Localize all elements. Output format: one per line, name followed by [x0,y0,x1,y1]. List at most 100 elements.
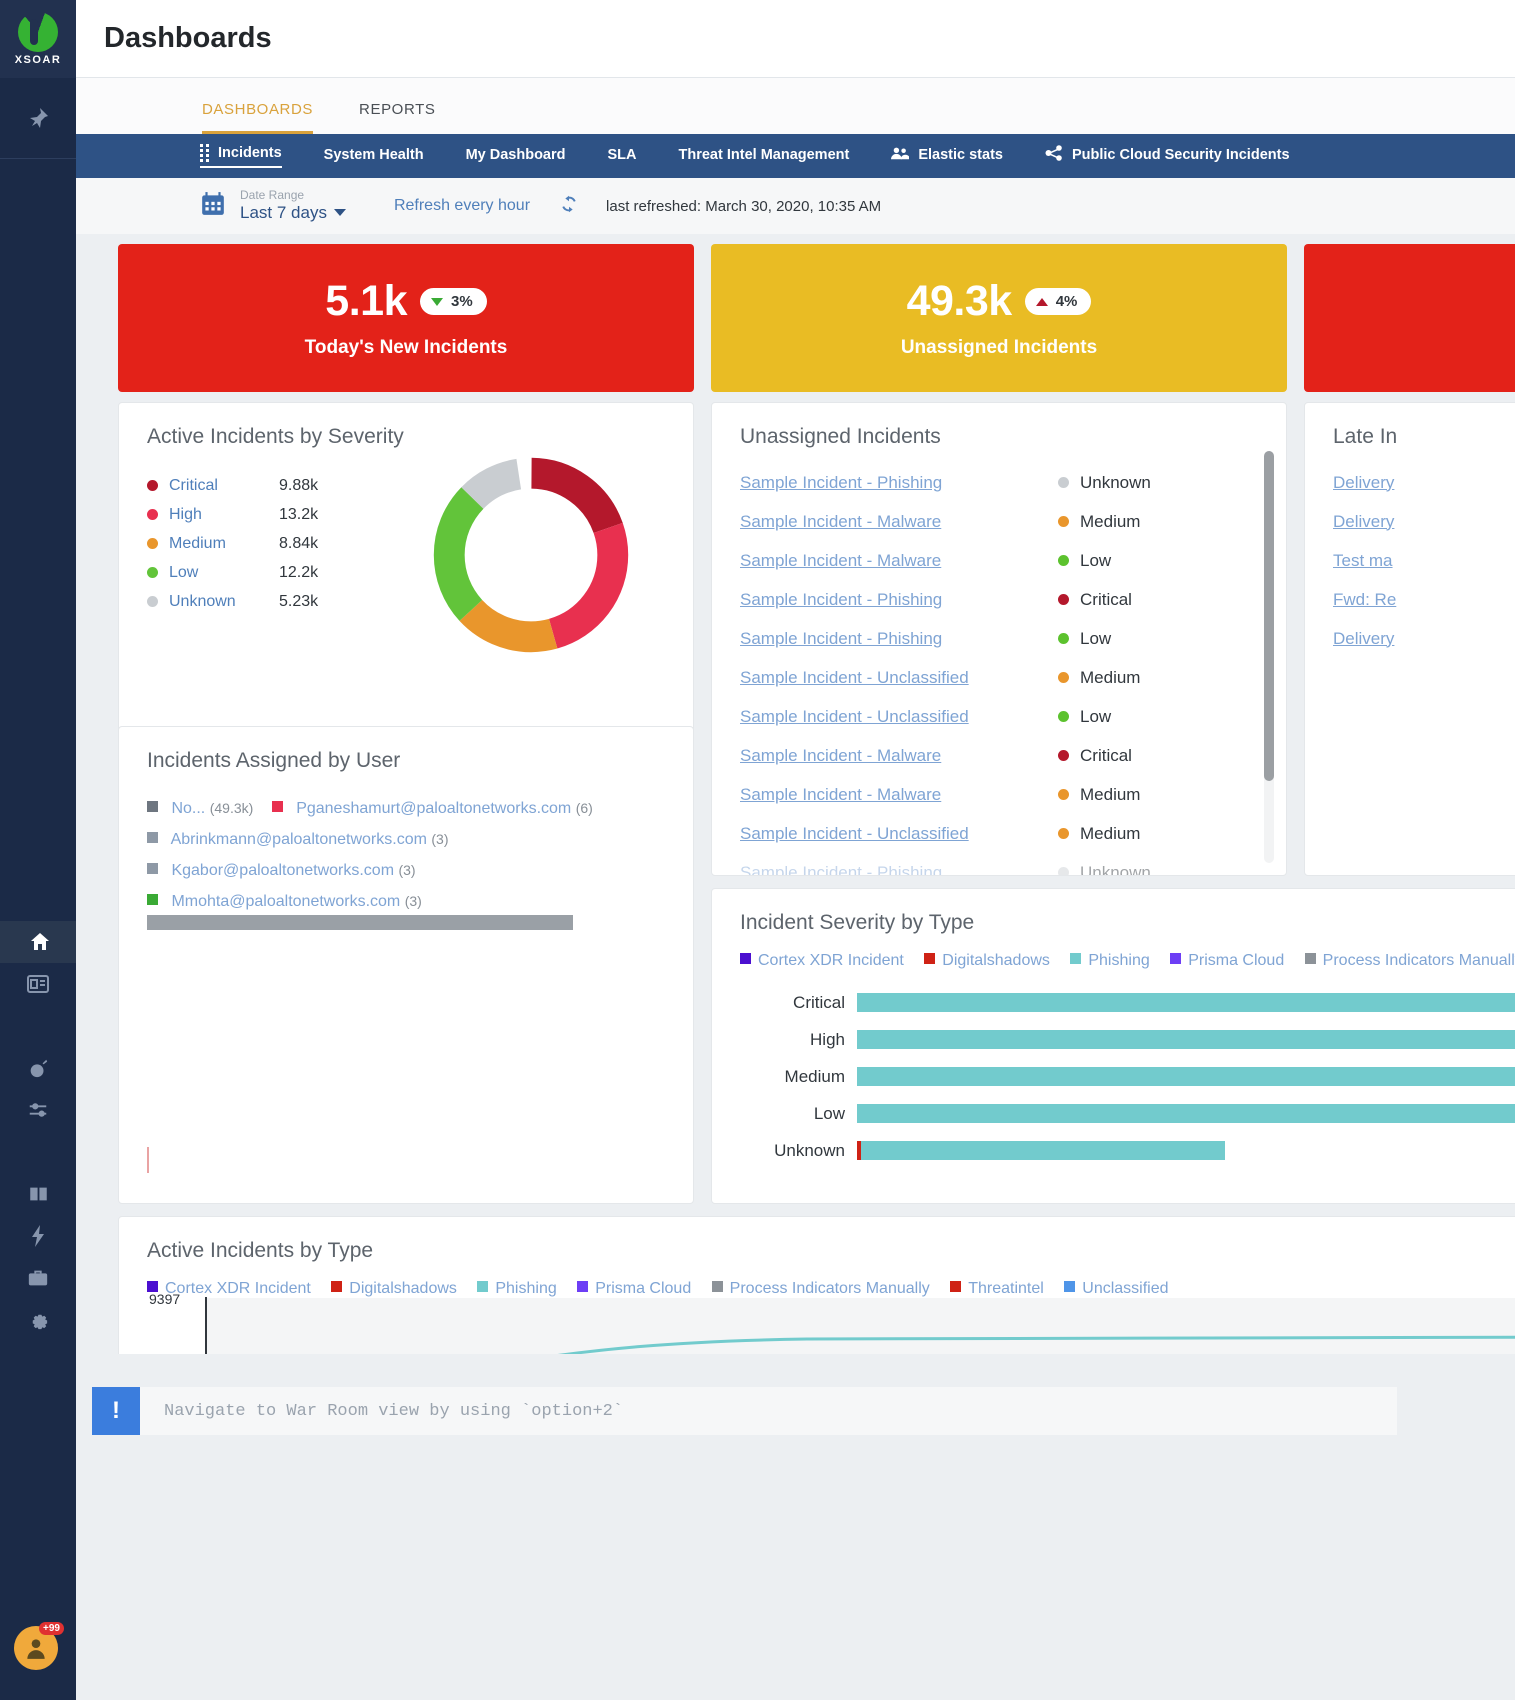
active-type-legend: Cortex XDR Incident Digitalshadows Phish… [119,1263,1515,1298]
donut-chart[interactable] [423,447,639,663]
list-item[interactable]: Kgabor@paloaltonetworks.com (3) [147,855,693,886]
user-link[interactable]: Pganeshamurt@paloaltonetworks.com [296,800,571,817]
list-item[interactable]: Sample Incident - Phishing Low [712,619,1286,658]
list-item[interactable]: No... (49.3k) Pganeshamurt@paloaltonetwo… [147,793,693,824]
dashnav-item-my-dashboard[interactable]: My Dashboard [466,147,566,165]
list-item[interactable]: Abrinkmann@paloaltonetworks.com (3) [147,824,693,855]
list-item[interactable]: Sample Incident - Malware Medium [712,775,1286,814]
list-item[interactable]: Delivery [1305,619,1515,658]
list-item[interactable]: Sample Incident - Phishing Unknown [712,853,1286,876]
legend-item[interactable]: Phishing [1070,952,1165,969]
sidebar-item-home[interactable] [0,921,76,963]
dashnav-item-system-health[interactable]: System Health [324,147,424,165]
legend-item[interactable]: Process Indicators Manually [1304,952,1515,969]
dashnav-item-incidents[interactable]: Incidents [200,144,282,168]
sidebar-item-automation[interactable] [0,1215,76,1257]
legend-item[interactable]: Unclassified [1064,1280,1184,1297]
list-item[interactable]: Sample Incident - Phishing Critical [712,580,1286,619]
severity-dot [1058,594,1069,605]
legend-label: Phishing [1088,952,1150,969]
dashnav-item-sla[interactable]: SLA [608,147,637,165]
user-link[interactable]: No... [171,800,205,817]
incident-link[interactable]: Sample Incident - Malware [740,512,1058,532]
list-item[interactable]: Sample Incident - Malware Low [712,541,1286,580]
severity-dot [1058,516,1069,527]
sidebar-item-incidents[interactable] [0,1047,76,1089]
scrollbar-thumb[interactable] [1264,451,1274,781]
incident-link[interactable]: Test ma [1333,551,1515,571]
legend-item[interactable]: Threatintel [950,1280,1060,1297]
card-unassigned-incidents: Unassigned Incidents Sample Incident - P… [711,402,1287,876]
legend-swatch [1064,1281,1076,1292]
tab-dashboards[interactable]: DASHBOARDS [202,101,314,134]
incident-link[interactable]: Sample Incident - Phishing [740,473,1058,493]
incident-link[interactable]: Sample Incident - Unclassified [740,668,1058,688]
date-range-value[interactable]: Last 7 days [240,203,346,223]
tab-reports[interactable]: REPORTS [359,101,435,134]
list-item[interactable]: Sample Incident - Unclassified Low [712,697,1286,736]
sidebar-item-dashboard[interactable] [0,963,76,1005]
sidebar-item-playbooks[interactable] [0,1173,76,1215]
sidebar-item-settings[interactable] [0,1299,76,1341]
incident-link[interactable]: Sample Incident - Malware [740,746,1058,766]
avatar[interactable]: +99 [14,1622,64,1672]
incident-link[interactable]: Delivery [1333,473,1515,493]
list-item[interactable]: Mmohta@paloaltonetworks.com (3) [147,886,693,917]
severity-text: Medium [1080,511,1141,531]
incident-link[interactable]: Sample Incident - Phishing [740,629,1058,649]
dashnav-item-public-cloud-security-incidents[interactable]: Public Cloud Security Incidents [1045,145,1290,167]
refresh-icon[interactable] [558,193,580,220]
status-badge: Unknown [1058,863,1151,875]
incident-link[interactable]: Sample Incident - Malware [740,551,1058,571]
legend-item[interactable]: Prisma Cloud [1170,952,1300,969]
list-item[interactable]: Sample Incident - Malware Critical [712,736,1286,775]
refresh-interval-link[interactable]: Refresh every hour [394,197,530,215]
pin-icon[interactable] [0,78,76,158]
list-item[interactable]: Sample Incident - Unclassified Medium [712,814,1286,853]
brand-logo[interactable]: XSOAR [0,0,76,78]
date-range-picker[interactable]: Date Range Last 7 days [240,189,346,222]
legend-item[interactable]: Process Indicators Manually [711,1280,946,1297]
bar-row[interactable]: Medium [712,1058,1515,1095]
incident-link[interactable]: Sample Incident - Phishing [740,590,1058,610]
list-item[interactable]: Test ma [1305,541,1515,580]
incident-link[interactable]: Sample Incident - Unclassified [740,824,1058,844]
bar-row[interactable]: Critical [712,984,1515,1021]
kpi-todays-new-incidents[interactable]: 5.1k 3% Today's New Incidents [118,244,694,392]
incident-link[interactable]: Sample Incident - Phishing [740,863,1058,876]
sidebar-item-indicators[interactable] [0,1089,76,1131]
severity-text: Medium [1080,784,1141,804]
bar-row[interactable]: High [712,1021,1515,1058]
kpi-unassigned-incidents[interactable]: 49.3k 4% Unassigned Incidents [711,244,1287,392]
user-link[interactable]: Kgabor@paloaltonetworks.com [171,862,394,879]
user-link[interactable]: Abrinkmann@paloaltonetworks.com [171,831,427,848]
bar-row[interactable]: Unknown [712,1132,1515,1169]
dashnav-item-threat-intel-management[interactable]: Threat Intel Management [679,147,850,165]
list-item[interactable]: Delivery [1305,463,1515,502]
list-item[interactable]: Sample Incident - Malware Medium [712,502,1286,541]
legend-item[interactable]: Cortex XDR Incident [740,952,920,969]
incident-link[interactable]: Sample Incident - Unclassified [740,707,1058,727]
toast-notification[interactable]: ! Navigate to War Room view by using `op… [92,1387,1397,1435]
list-item[interactable]: Sample Incident - Unclassified Medium [712,658,1286,697]
dashnav-label: Incidents [218,145,282,161]
incident-link[interactable]: Delivery [1333,629,1515,649]
list-item[interactable]: Sample Incident - Phishing Unknown [712,463,1286,502]
user-link[interactable]: Mmohta@paloaltonetworks.com [171,893,400,910]
bar-label: High [810,1029,845,1049]
severity-text: Critical [1080,589,1132,609]
bar-row[interactable]: Low [712,1095,1515,1132]
legend-item[interactable]: Digitalshadows [331,1280,473,1297]
incident-link[interactable]: Delivery [1333,512,1515,532]
dashnav-item-elastic-stats[interactable]: Elastic stats [891,146,1003,166]
list-item[interactable]: Fwd: Re [1305,580,1515,619]
incident-link[interactable]: Sample Incident - Malware [740,785,1058,805]
line-chart-plot[interactable] [205,1297,1515,1354]
incident-link[interactable]: Fwd: Re [1333,590,1515,610]
legend-item[interactable]: Phishing [477,1280,572,1297]
kpi-clipped-third[interactable] [1304,244,1515,392]
legend-item[interactable]: Prisma Cloud [577,1280,707,1297]
list-item[interactable]: Delivery [1305,502,1515,541]
legend-item[interactable]: Digitalshadows [924,952,1066,969]
sidebar-item-marketplace[interactable] [0,1257,76,1299]
